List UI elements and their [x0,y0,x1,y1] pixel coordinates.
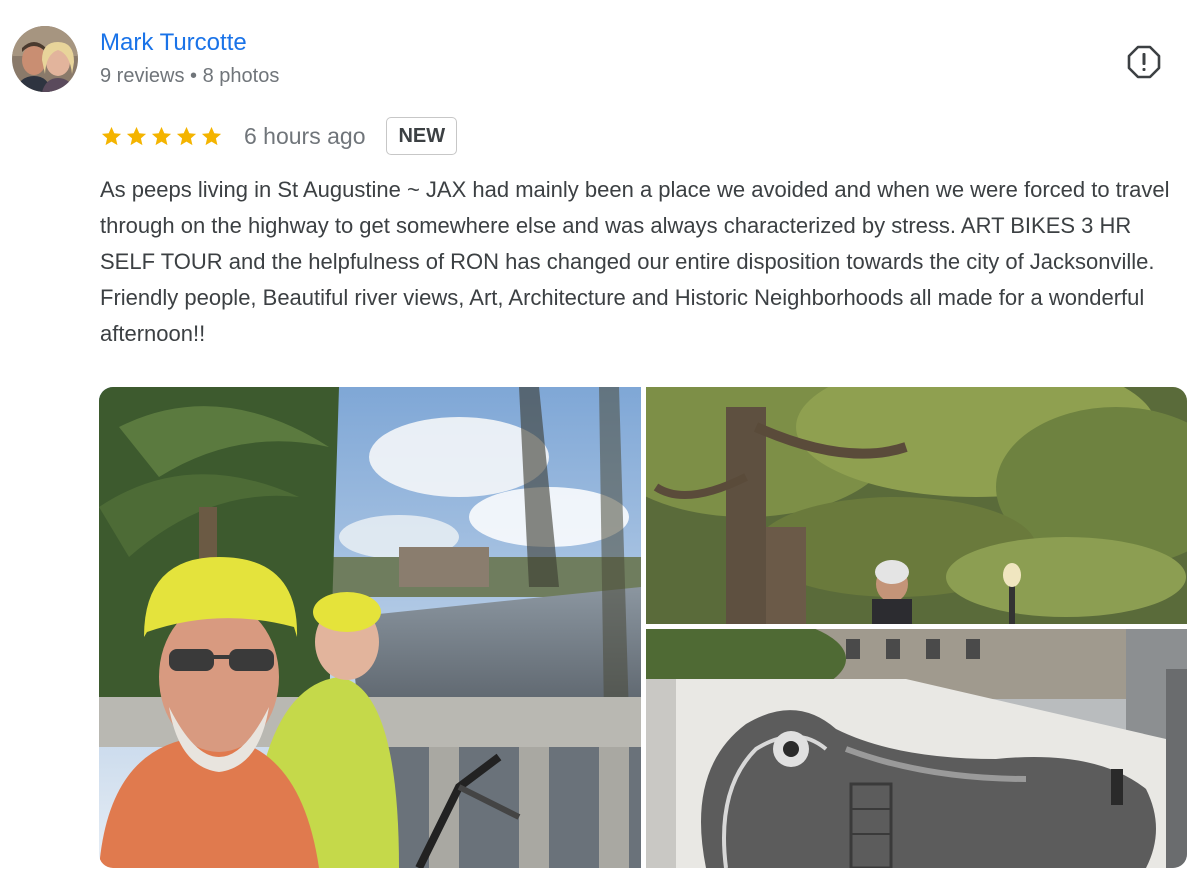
review-photo-3[interactable] [646,629,1187,868]
report-review-button[interactable] [1122,40,1166,84]
star-icon [126,126,147,145]
reviewer-name-link[interactable]: Mark Turcotte [100,28,247,58]
animal-mural-photo [646,629,1187,868]
star-icon [176,126,197,145]
new-badge: NEW [386,117,458,155]
rating-row: 6 hours ago NEW [100,116,458,156]
review-text: As peeps living in St Augustine ~ JAX ha… [100,177,1170,346]
river-selfie-photo [99,387,641,868]
star-icon [101,126,122,145]
star-rating [100,125,223,148]
avatar-photo [12,26,78,92]
star-icon [151,126,172,145]
review-photo-2[interactable] [646,387,1187,624]
report-flag-icon [1127,45,1161,79]
reviewer-avatar[interactable] [12,26,78,92]
review-photo-1[interactable] [99,387,641,868]
trees-rider-photo [646,387,1187,624]
star-icon [201,126,222,145]
review-time-ago: 6 hours ago [244,122,366,149]
reviewer-meta: 9 reviews • 8 photos [100,65,280,87]
